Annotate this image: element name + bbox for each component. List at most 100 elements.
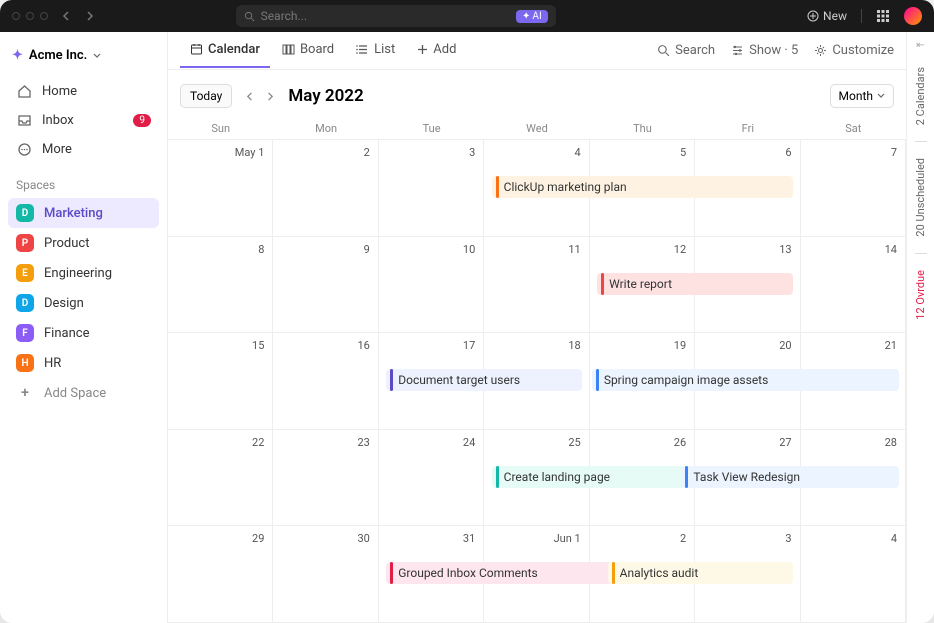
day-number: 30: [357, 532, 369, 545]
space-engineering[interactable]: EEngineering: [8, 258, 159, 288]
space-marketing[interactable]: DMarketing: [8, 198, 159, 228]
titlebar: Search... ✦ AI New: [0, 0, 934, 32]
toolbar-search[interactable]: Search: [657, 43, 715, 58]
chevron-down-icon: [877, 92, 885, 100]
calendar-event[interactable]: Task View Redesign: [681, 466, 898, 488]
day-number: 16: [357, 339, 369, 352]
space-badge: D: [16, 294, 34, 312]
space-badge: H: [16, 354, 34, 372]
calendar-cell[interactable]: 15: [168, 333, 273, 430]
view-icon: [282, 43, 295, 56]
sidebar: ✦ Acme Inc. HomeInbox9More Spaces DMarke…: [0, 32, 168, 623]
calendar-cell[interactable]: 30: [273, 526, 378, 623]
calendar-cell[interactable]: 23: [273, 430, 378, 527]
next-month-icon[interactable]: [261, 90, 278, 103]
space-label: HR: [44, 356, 61, 371]
space-finance[interactable]: FFinance: [8, 318, 159, 348]
calendar-cell[interactable]: 29: [168, 526, 273, 623]
org-switcher[interactable]: ✦ Acme Inc.: [8, 42, 159, 77]
rail-overdue[interactable]: 12 Ovrdue: [914, 266, 927, 324]
calendar-event[interactable]: Grouped Inbox Comments: [386, 562, 635, 584]
space-label: Design: [44, 296, 84, 311]
add-space-button[interactable]: + Add Space: [8, 378, 159, 408]
calendar-event[interactable]: Write report: [597, 273, 793, 295]
calendar-event[interactable]: Create landing page: [492, 466, 688, 488]
view-icon: [190, 43, 203, 56]
day-number: 9: [364, 243, 370, 256]
calendar-cell[interactable]: 24: [379, 430, 484, 527]
weekday-header: Fri: [695, 118, 800, 139]
toolbar-customize[interactable]: Customize: [814, 43, 894, 58]
nav-forward-icon[interactable]: [80, 9, 98, 23]
calendar-cell[interactable]: 14: [801, 237, 906, 334]
view-tab-board[interactable]: Board: [272, 33, 344, 68]
apps-icon[interactable]: [876, 9, 890, 23]
calendar-cell[interactable]: 7: [801, 140, 906, 237]
view-tab-add[interactable]: Add: [407, 33, 466, 68]
calendar-event[interactable]: Analytics audit: [608, 562, 794, 584]
ai-badge[interactable]: ✦ AI: [516, 10, 548, 23]
calendar-cell[interactable]: 8: [168, 237, 273, 334]
day-number: 19: [674, 339, 686, 352]
rail-calendars[interactable]: 2 Calendars: [914, 63, 927, 129]
view-label: Calendar: [208, 42, 260, 57]
view-toolbar: Calendar Board ListAdd Search Show · 5 Cus…: [168, 32, 906, 70]
day-number: 12: [674, 243, 686, 256]
calendar-cell[interactable]: 3: [379, 140, 484, 237]
weekday-header: Wed: [484, 118, 589, 139]
rail-unscheduled[interactable]: 20 Unscheduled: [914, 154, 927, 241]
event-label: Task View Redesign: [693, 470, 800, 484]
calendar-cell[interactable]: 22: [168, 430, 273, 527]
day-number: 21: [885, 339, 897, 352]
nav-back-icon[interactable]: [58, 9, 76, 23]
calendar-cell[interactable]: 10: [379, 237, 484, 334]
nav-inbox[interactable]: Inbox9: [8, 106, 159, 135]
weekday-header: Sat: [801, 118, 906, 139]
user-avatar[interactable]: [904, 7, 922, 25]
view-granularity-select[interactable]: Month: [830, 84, 894, 108]
view-label: Board: [300, 42, 334, 57]
day-number: 27: [779, 436, 791, 449]
weekday-header: Sun: [168, 118, 273, 139]
day-number: 17: [463, 339, 475, 352]
rail-collapse-icon[interactable]: ⇤: [916, 40, 924, 51]
day-number: 6: [785, 146, 791, 159]
day-number: 20: [779, 339, 791, 352]
day-number: 11: [568, 243, 580, 256]
calendar-event[interactable]: Document target users: [386, 369, 582, 391]
view-tab-list[interactable]: List: [346, 33, 405, 68]
event-label: Document target users: [398, 373, 520, 387]
calendar-event[interactable]: Spring campaign image assets: [592, 369, 899, 391]
weekday-header: Tue: [379, 118, 484, 139]
calendar-cell[interactable]: 2: [273, 140, 378, 237]
calendar-cell[interactable]: 4: [801, 526, 906, 623]
day-number: 5: [680, 146, 686, 159]
event-label: ClickUp marketing plan: [504, 180, 627, 194]
calendar-event[interactable]: ClickUp marketing plan: [492, 176, 794, 198]
nav-more[interactable]: More: [8, 135, 159, 164]
new-button[interactable]: New: [807, 9, 847, 23]
day-number: 2: [364, 146, 370, 159]
right-rail: ⇤ 2 Calendars 20 Unscheduled 12 Ovrdue: [906, 32, 934, 623]
calendar-cell[interactable]: 16: [273, 333, 378, 430]
more-icon: [16, 142, 32, 157]
day-number: 26: [674, 436, 686, 449]
today-button[interactable]: Today: [180, 84, 232, 108]
space-product[interactable]: PProduct: [8, 228, 159, 258]
space-hr[interactable]: H HR: [8, 348, 159, 378]
toolbar-show[interactable]: Show · 5: [731, 43, 798, 58]
space-design[interactable]: D Design: [8, 288, 159, 318]
search-icon: [657, 44, 670, 57]
day-number: 7: [891, 146, 897, 159]
space-badge: P: [16, 234, 34, 252]
calendar-cell[interactable]: 9: [273, 237, 378, 334]
global-search[interactable]: Search... ✦ AI: [236, 5, 556, 27]
prev-month-icon[interactable]: [242, 90, 259, 103]
calendar-cell[interactable]: May 1: [168, 140, 273, 237]
space-label: Marketing: [44, 206, 103, 221]
nav-home[interactable]: Home: [8, 77, 159, 106]
window-controls[interactable]: [12, 12, 48, 20]
view-tab-calendar[interactable]: Calendar: [180, 33, 270, 68]
calendar-cell[interactable]: 11: [484, 237, 589, 334]
gear-icon: [814, 44, 827, 57]
